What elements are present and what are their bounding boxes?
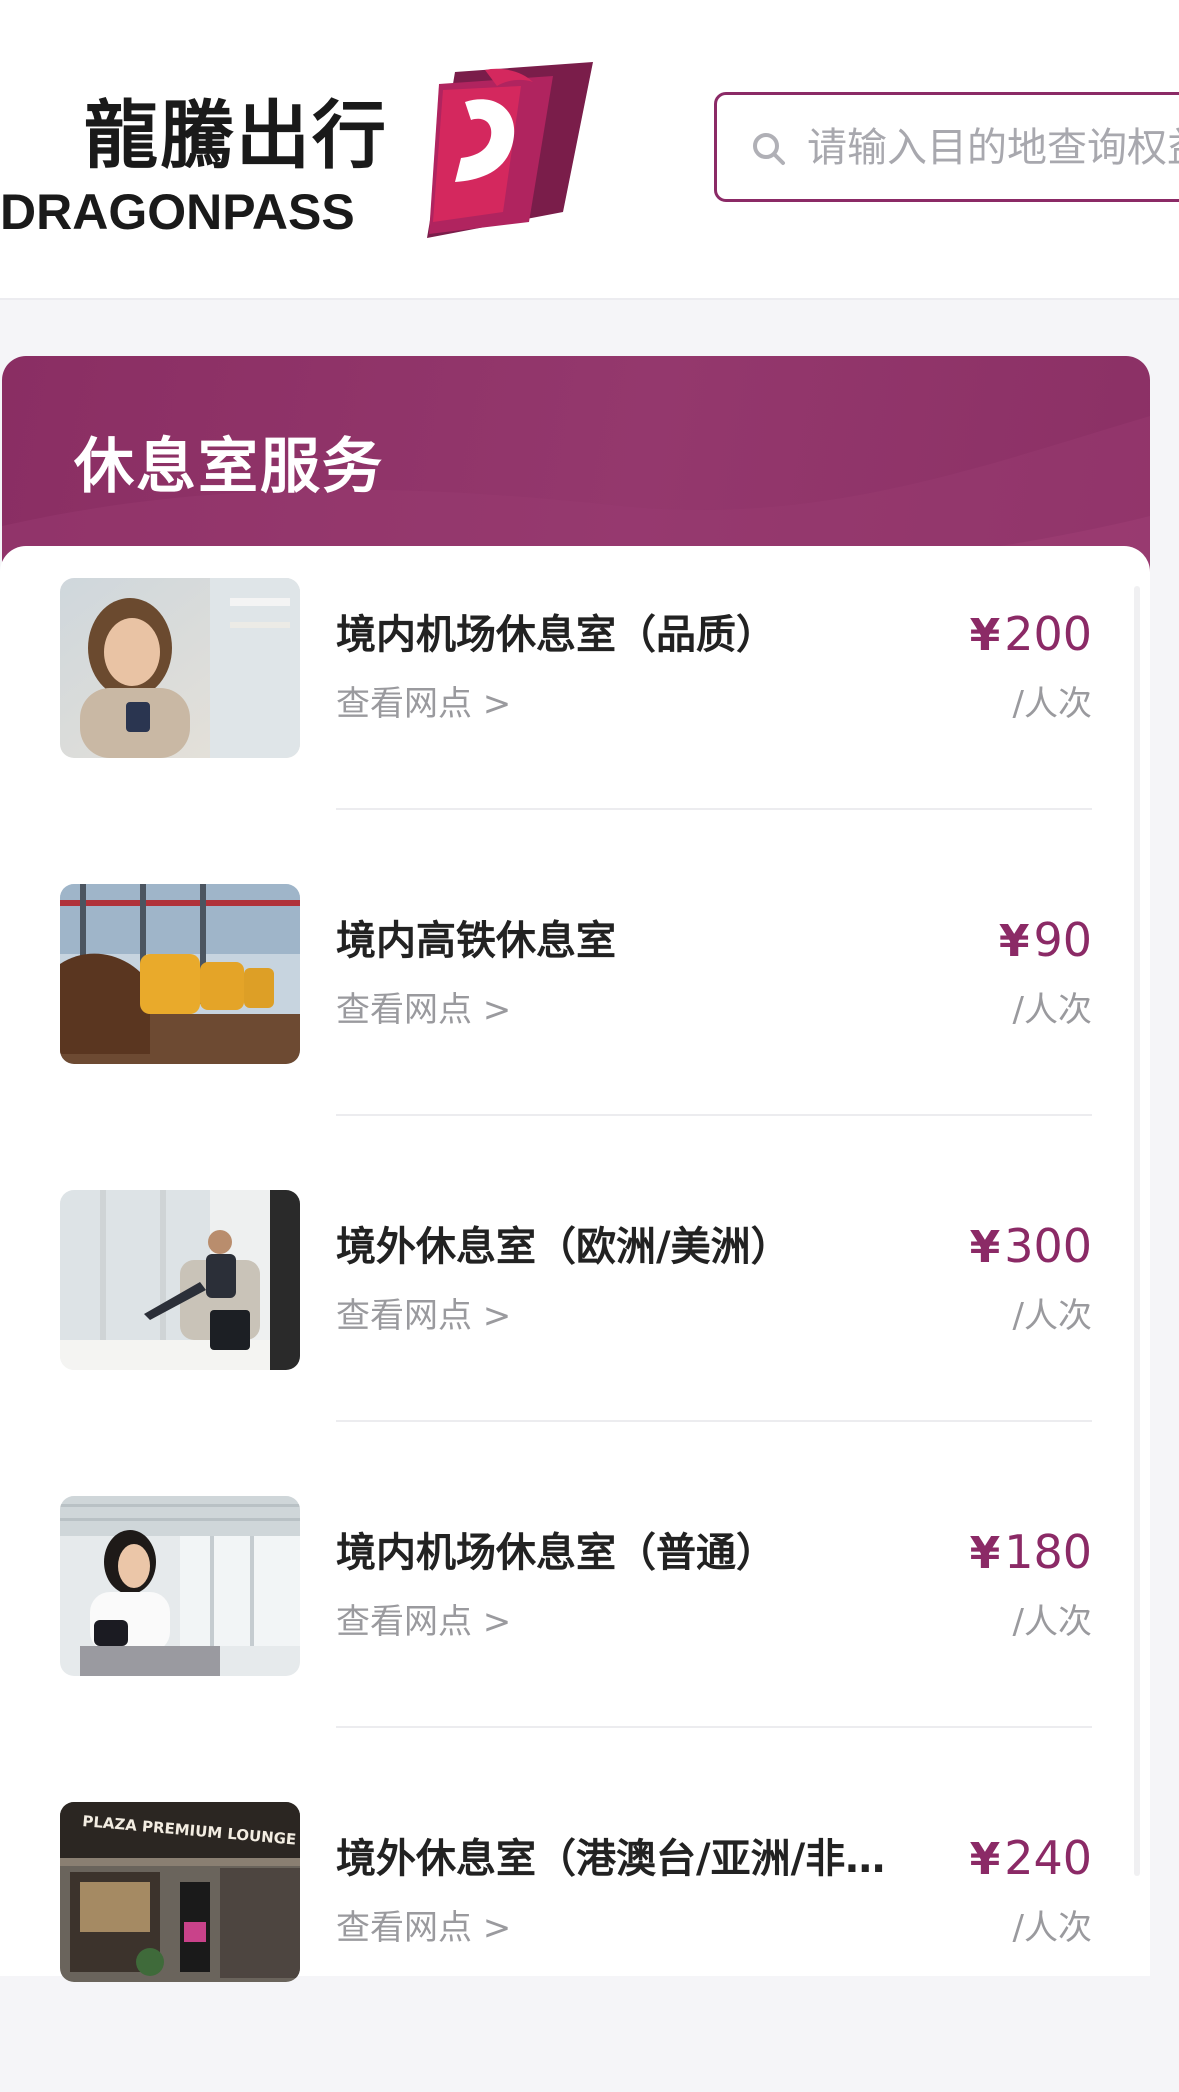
item-title: 境内高铁休息室 xyxy=(336,918,616,964)
view-locations-link[interactable]: 查看网点 > xyxy=(336,1906,511,1950)
price-value: 300 xyxy=(1004,1219,1092,1273)
search-input[interactable] xyxy=(805,117,1179,179)
list-item[interactable]: 境内机场休息室（品质） 查看网点 > ¥200 /人次 xyxy=(0,562,1150,868)
item-title: 境外休息室（港澳台/亚洲/非… xyxy=(336,1836,886,1882)
search-icon xyxy=(751,131,787,171)
price-unit: /人次 xyxy=(1012,1908,1092,1948)
banner-title: 休息室服务 xyxy=(74,432,384,502)
price-unit: /人次 xyxy=(1012,684,1092,724)
item-price: ¥200 xyxy=(970,606,1092,664)
price-value: 200 xyxy=(1004,607,1092,661)
lounge-photo-woman-with-phone xyxy=(60,1496,300,1676)
lounge-photo-yellow-chairs xyxy=(60,884,300,1064)
lounge-photo-man-in-armchair xyxy=(60,1190,300,1370)
lounge-photo-plaza-premium-entrance: PLAZA PREMIUM LOUNGE xyxy=(60,1802,300,1982)
item-price: ¥300 xyxy=(970,1218,1092,1276)
search-box[interactable] xyxy=(714,92,1179,202)
price-value: 240 xyxy=(1004,1831,1092,1885)
divider xyxy=(336,1114,1092,1116)
divider xyxy=(336,808,1092,810)
item-title: 境内机场休息室（品质） xyxy=(336,612,776,658)
header: 龍騰出行 DRAGONPASS xyxy=(0,0,1179,300)
lounge-list: 境内机场休息室（品质） 查看网点 > ¥200 /人次 境内高铁休息室 查看网点… xyxy=(0,546,1150,1982)
view-locations-link[interactable]: 查看网点 > xyxy=(336,682,511,726)
lounge-photo-woman-with-coffee xyxy=(60,578,300,758)
price-value: 180 xyxy=(1004,1525,1092,1579)
logo-english-text: DRAGONPASS xyxy=(0,184,355,240)
currency-symbol: ¥ xyxy=(969,1528,1001,1579)
view-locations-link[interactable]: 查看网点 > xyxy=(336,1294,511,1338)
list-item[interactable]: PLAZA PREMIUM LOUNGE 境外休息室（港澳台/亚洲/非… 查看网… xyxy=(0,1786,1150,2092)
currency-symbol: ¥ xyxy=(969,1222,1001,1273)
price-value: 90 xyxy=(1033,913,1092,967)
item-price: ¥90 xyxy=(999,912,1092,970)
item-title: 境外休息室（欧洲/美洲） xyxy=(336,1224,791,1270)
scrollbar[interactable] xyxy=(1134,586,1140,1876)
price-unit: /人次 xyxy=(1012,990,1092,1030)
list-item[interactable]: 境内高铁休息室 查看网点 > ¥90 /人次 xyxy=(0,868,1150,1174)
dragonpass-logo-icon xyxy=(425,62,595,242)
item-title: 境内机场休息室（普通） xyxy=(336,1530,776,1576)
price-unit: /人次 xyxy=(1012,1602,1092,1642)
list-item[interactable]: 境内机场休息室（普通） 查看网点 > ¥180 /人次 xyxy=(0,1480,1150,1786)
divider xyxy=(336,1726,1092,1728)
item-price: ¥180 xyxy=(970,1524,1092,1582)
item-price: ¥240 xyxy=(970,1830,1092,1888)
logo-chinese-text: 龍騰出行 xyxy=(84,93,388,179)
currency-symbol: ¥ xyxy=(998,916,1030,967)
divider xyxy=(336,1420,1092,1422)
list-item[interactable]: 境外休息室（欧洲/美洲） 查看网点 > ¥300 /人次 xyxy=(0,1174,1150,1480)
currency-symbol: ¥ xyxy=(969,610,1001,661)
view-locations-link[interactable]: 查看网点 > xyxy=(336,1600,511,1644)
price-unit: /人次 xyxy=(1012,1296,1092,1336)
currency-symbol: ¥ xyxy=(969,1834,1001,1885)
view-locations-link[interactable]: 查看网点 > xyxy=(336,988,511,1032)
